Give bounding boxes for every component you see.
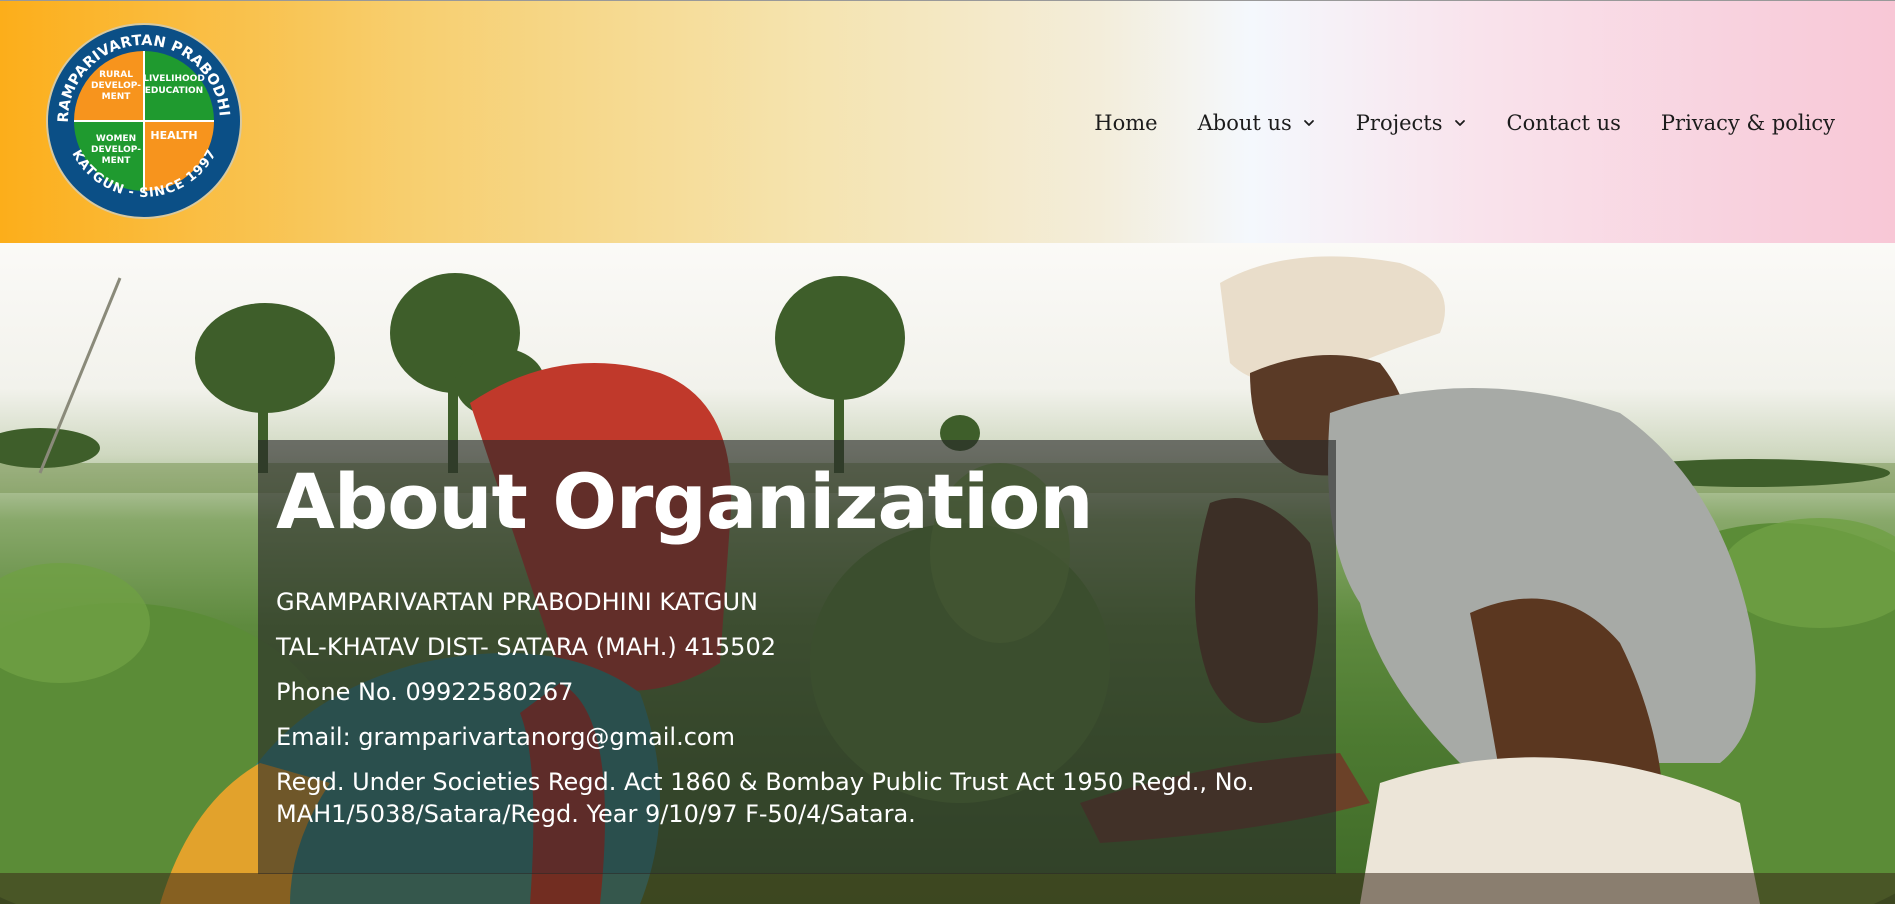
nav-projects[interactable]: Projects xyxy=(1356,111,1467,135)
organization-email: Email: gramparivartanorg@gmail.com xyxy=(276,723,735,751)
nav-privacy[interactable]: Privacy & policy xyxy=(1661,111,1835,135)
site-header: GRAMPARIVARTAN PRABODHINI KATGUN - SINCE… xyxy=(0,0,1895,243)
nav-contact-label: Contact us xyxy=(1506,111,1621,135)
chevron-down-icon xyxy=(1453,116,1467,130)
nav-about[interactable]: About us xyxy=(1198,111,1316,135)
nav-projects-label: Projects xyxy=(1355,111,1443,135)
logo-emblem: GRAMPARIVARTAN PRABODHINI KATGUN - SINCE… xyxy=(44,21,242,219)
organization-name: GRAMPARIVARTAN PRABODHINI KATGUN xyxy=(276,588,759,616)
organization-registration: Regd. Under Societies Regd. Act 1860 & B… xyxy=(276,768,1255,828)
organization-phone: Phone No. 09922580267 xyxy=(276,678,574,706)
nav-privacy-label: Privacy & policy xyxy=(1660,111,1835,135)
nav-contact[interactable]: Contact us xyxy=(1507,111,1621,135)
organization-address: TAL-KHATAV DIST- SATARA (MAH.) 415502 xyxy=(276,633,776,661)
main-nav: Home About us Projects Contact us Privac… xyxy=(1094,105,1835,141)
nav-home-label: Home xyxy=(1094,111,1158,135)
chevron-down-icon xyxy=(1302,116,1316,130)
about-organization-panel: About Organization GRAMPARIVARTAN PRABOD… xyxy=(258,440,1336,874)
nav-home[interactable]: Home xyxy=(1094,111,1157,135)
page-title: About Organization xyxy=(276,457,1093,546)
logo-quadrant-health: HEALTH xyxy=(150,129,197,142)
organization-details: GRAMPARIVARTAN PRABODHINI KATGUN TAL-KHA… xyxy=(276,586,1318,830)
nav-about-label: About us xyxy=(1197,111,1292,135)
site-logo[interactable]: GRAMPARIVARTAN PRABODHINI KATGUN - SINCE… xyxy=(44,21,244,221)
hero-banner: About Organization GRAMPARIVARTAN PRABOD… xyxy=(0,243,1895,904)
